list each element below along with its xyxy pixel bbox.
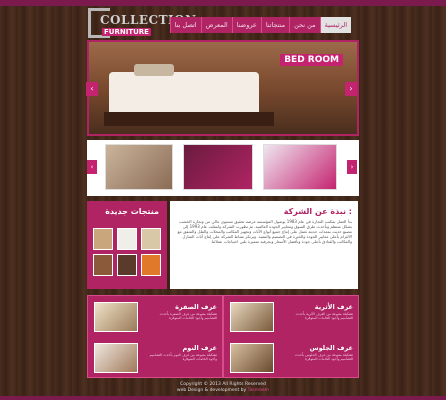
thumbs-next-button[interactable]: › — [347, 160, 357, 174]
categories-left: غرف الصفرة تشكيلة متنوعة من غرف الصفرة ب… — [87, 295, 223, 378]
main-nav: الرئيسية من نحن منتجاتنا عروضنا المعرض ا… — [169, 17, 351, 33]
new-product-thumb[interactable] — [117, 228, 137, 250]
hero-slider: BED ROOM — [87, 40, 359, 136]
nav-item-about[interactable]: من نحن — [289, 17, 320, 33]
nav-item-gallery[interactable]: المعرض — [200, 17, 232, 33]
category-image — [230, 343, 274, 373]
footer-credit: web Design & development by Tasmeem — [0, 388, 446, 394]
new-product-thumb[interactable] — [93, 228, 113, 250]
slider-prev-button[interactable]: ‹ — [86, 82, 98, 96]
bed-pillow — [134, 64, 174, 76]
category-image — [94, 343, 138, 373]
nav-item-home[interactable]: الرئيسية — [319, 17, 351, 33]
slide-caption: BED ROOM — [280, 54, 343, 66]
logo-line2: FURNITURE — [102, 28, 151, 36]
category-bedroom[interactable]: غرف النوم تشكيلة متنوعة من غرف النوم بأح… — [89, 339, 221, 377]
about-panel: نبذة عن الشركة : بدأ العمل بمكتب النجارة… — [170, 201, 358, 289]
bed-frame — [104, 112, 274, 126]
nav-item-offers[interactable]: عروضنا — [231, 17, 261, 33]
new-product-thumb[interactable] — [93, 254, 113, 276]
new-product-thumb[interactable] — [117, 254, 137, 276]
new-product-thumb[interactable] — [141, 228, 161, 250]
category-name: غرف الصفرة — [175, 303, 217, 311]
categories-right: غرف الأثرية تشكيلة متنوعة من الغرف الأثر… — [223, 295, 359, 378]
new-products-title: منتجات جديدة — [105, 207, 159, 216]
new-product-thumb[interactable] — [141, 254, 161, 276]
thumbnail-strip — [87, 140, 359, 196]
about-title: نبذة عن الشركة : — [283, 207, 352, 216]
category-image — [94, 302, 138, 332]
category-living[interactable]: غرف الجلوس تشكيلة متنوعة من غرف الجلوس ب… — [225, 339, 357, 377]
bottom-strip — [0, 396, 446, 400]
footer-credit-link[interactable]: Tasmeem — [248, 388, 269, 393]
category-desc: تشكيلة متنوعة من الغرف الأثرية بأحدث الت… — [295, 312, 353, 320]
top-strip — [0, 0, 446, 6]
thumbs-prev-button[interactable]: ‹ — [87, 160, 97, 174]
category-dining[interactable]: غرف الصفرة تشكيلة متنوعة من غرف الصفرة ب… — [89, 298, 221, 336]
new-products-grid — [93, 228, 161, 276]
nav-item-products[interactable]: منتجاتنا — [260, 17, 290, 33]
category-desc: تشكيلة متنوعة من غرف الصفرة بأحدث التصام… — [159, 312, 217, 320]
category-name: غرف الأثرية — [314, 303, 353, 311]
thumbnail-1[interactable] — [105, 144, 173, 190]
footer-credit-prefix: web Design & development by — [176, 388, 247, 393]
category-antique[interactable]: غرف الأثرية تشكيلة متنوعة من الغرف الأثر… — [225, 298, 357, 336]
category-desc: تشكيلة متنوعة من غرف النوم بأحدث التصامي… — [149, 353, 217, 361]
new-products-panel: منتجات جديدة — [87, 201, 167, 289]
thumbnail-3[interactable] — [263, 144, 337, 190]
category-desc: تشكيلة متنوعة من غرف الجلوس بأحدث التصام… — [294, 353, 353, 361]
thumbnail-2[interactable] — [183, 144, 253, 190]
category-name: غرف النوم — [182, 344, 217, 352]
category-image — [230, 302, 274, 332]
about-body: بدأ العمل بمكتب النجارة في عام 1983 بوصو… — [177, 219, 352, 244]
category-name: غرف الجلوس — [309, 344, 353, 352]
nav-item-contact[interactable]: اتصل بنا — [169, 17, 201, 33]
logo[interactable]: COLLECTION FURNITURE — [88, 8, 196, 40]
slider-next-button[interactable]: › — [345, 82, 357, 96]
